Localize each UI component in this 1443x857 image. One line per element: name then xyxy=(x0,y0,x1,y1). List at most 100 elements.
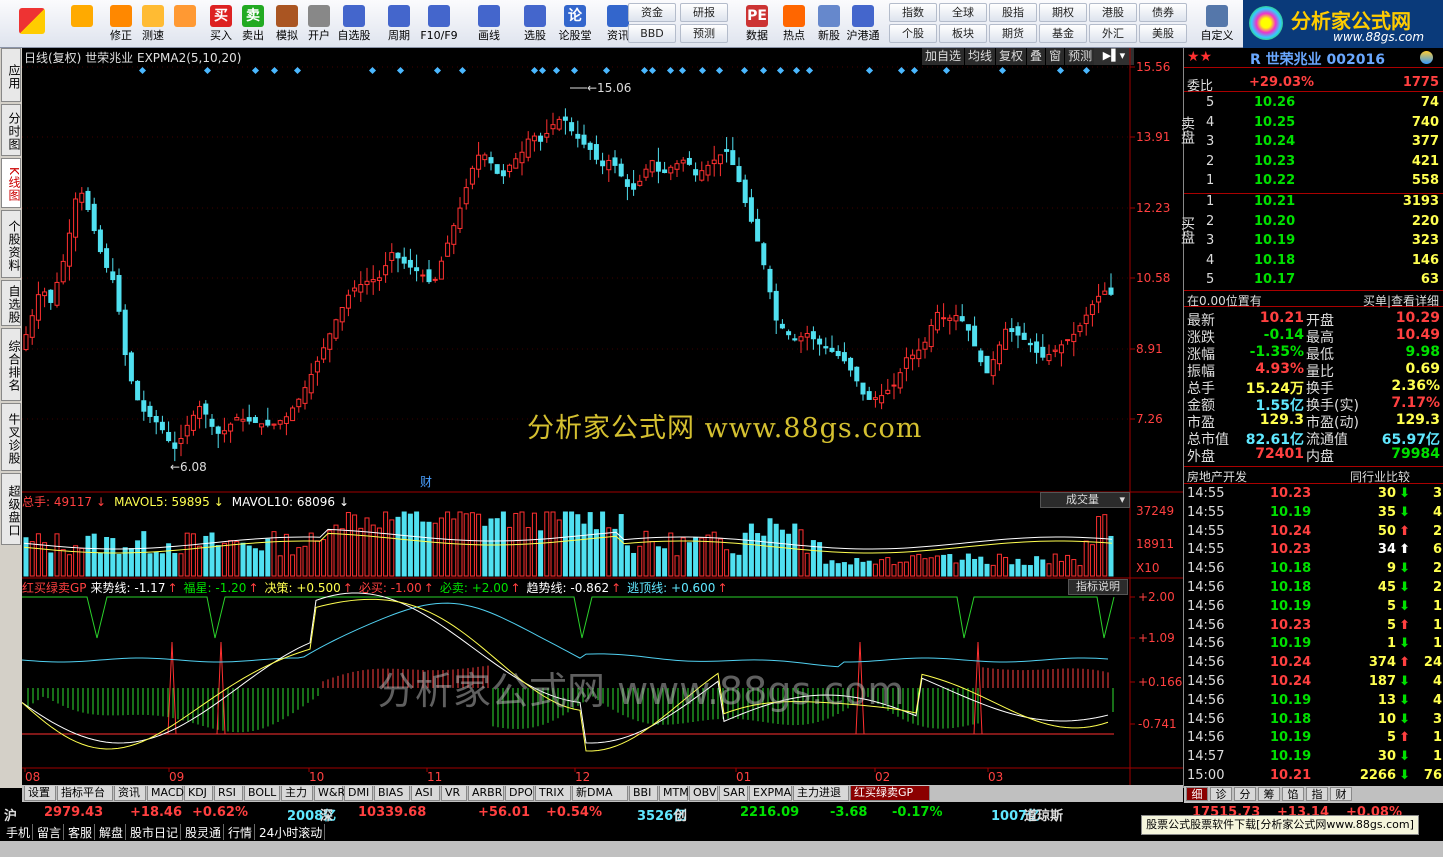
index-cy-val: 2216.09 xyxy=(740,805,800,820)
tick-row: 14:56 10.24 187 ⬇ 4 xyxy=(1184,674,1443,691)
volume-dropdown[interactable]: 成交量 ▾ xyxy=(1040,492,1130,508)
candle-body xyxy=(66,232,72,267)
sector-label[interactable]: 房地产开发 xyxy=(1187,468,1247,485)
status-item[interactable]: 24小时滚动 xyxy=(257,824,326,840)
toolbar-small-button[interactable]: 美股 xyxy=(1139,24,1187,43)
toolbar-button-9[interactable]: 自选股 xyxy=(333,2,375,46)
indicator-tab[interactable]: VR xyxy=(441,786,467,801)
indicator-tab[interactable]: RSI xyxy=(214,786,243,801)
toolbar-small-button[interactable]: 研报 xyxy=(680,3,728,22)
toolbar-button-20[interactable]: 自定义 xyxy=(1196,2,1238,46)
vtab-5[interactable]: 综合排名 xyxy=(1,328,21,401)
indicator-tab[interactable]: BBI xyxy=(629,786,658,801)
toolbar-button-16[interactable]: PE 数据 xyxy=(736,2,778,46)
buy-level[interactable]: 2 10.20 220 xyxy=(1184,214,1443,231)
indicator-tab[interactable]: MACD xyxy=(147,786,184,801)
candle-body xyxy=(172,442,178,449)
vtab-6[interactable]: 牛叉诊股 xyxy=(1,403,21,471)
status-item[interactable]: 股市日记 xyxy=(128,824,182,840)
toolbar-small-button[interactable]: 债券 xyxy=(1139,3,1187,22)
sell-level[interactable]: 2 10.23 421 xyxy=(1184,154,1443,171)
indicator-tab[interactable]: DMI xyxy=(344,786,373,801)
panel-tab[interactable]: 诊 xyxy=(1210,787,1232,801)
panel-tab[interactable]: 筹 xyxy=(1258,787,1280,801)
buy-single-link[interactable]: 买单|查看详细 xyxy=(1363,292,1439,309)
vtab-1[interactable]: 分时图 xyxy=(1,104,21,156)
indicator-tab[interactable]: 指标平台 xyxy=(57,786,113,801)
toolbar-button-10[interactable]: 周期 xyxy=(378,2,420,46)
status-item[interactable]: 客服 xyxy=(66,824,96,840)
vtab-2[interactable]: K线图 xyxy=(1,158,21,208)
vtab-0[interactable]: 应用 xyxy=(1,48,21,102)
sell-level[interactable]: 3 10.24 377 xyxy=(1184,134,1443,151)
status-item[interactable]: 留言 xyxy=(35,824,65,840)
indicator-tab[interactable]: KDJ xyxy=(184,786,213,801)
indicator-tab[interactable]: 红买绿卖GP xyxy=(850,786,930,801)
status-item[interactable]: 股灵通 xyxy=(183,824,225,840)
toolbar-small-button[interactable]: 指数 xyxy=(889,3,937,22)
toolbar-small-button[interactable]: 港股 xyxy=(1089,3,1137,22)
candle-body xyxy=(810,331,816,340)
toolbar-button-14[interactable]: 论论股堂 xyxy=(554,2,596,46)
indicator-tab[interactable]: EXPMA xyxy=(749,786,792,801)
candle-body xyxy=(190,414,196,431)
status-item[interactable]: 解盘 xyxy=(97,824,127,840)
panel-tab[interactable]: 分 xyxy=(1234,787,1256,801)
indicator-tab[interactable]: ARBR xyxy=(468,786,504,801)
compare-link[interactable]: 同行业比较 xyxy=(1350,468,1410,485)
arrow-up-icon: ↑ xyxy=(342,581,353,595)
toolbar-button-1[interactable] xyxy=(62,2,102,46)
toolbar-small-button[interactable]: 股指 xyxy=(989,3,1037,22)
indicator-tab[interactable]: 主力进退 xyxy=(793,786,849,801)
status-item[interactable]: 手机 xyxy=(4,824,34,840)
indicator-tab[interactable]: 新DMA xyxy=(572,786,628,801)
toolbar-button-11[interactable]: F10/F9 xyxy=(418,2,460,46)
indicator-tab[interactable]: 资讯 xyxy=(114,786,146,801)
indicator-tab[interactable]: BOLL xyxy=(244,786,280,801)
sell-level[interactable]: 5 10.26 74 xyxy=(1184,95,1443,112)
toolbar-small-button[interactable]: 基金 xyxy=(1039,24,1087,43)
toolbar-small-button[interactable]: 全球 xyxy=(939,3,987,22)
toolbar-small-button[interactable]: 外汇 xyxy=(1089,24,1137,43)
indicator-tab[interactable]: W&R xyxy=(314,786,345,801)
status-item[interactable]: 行情 xyxy=(226,824,256,840)
indicator-tab[interactable]: TRIX xyxy=(535,786,571,801)
panel-tab[interactable]: 细 xyxy=(1186,787,1208,801)
indicator-tab[interactable]: ASI xyxy=(411,786,440,801)
toolbar-small-button[interactable]: 个股 xyxy=(889,24,937,43)
indicator-tab[interactable]: DPO xyxy=(505,786,534,801)
indicator-tab[interactable]: 主力 xyxy=(281,786,313,801)
indicator-tab[interactable]: BIAS xyxy=(374,786,410,801)
toolbar-button-19[interactable]: 沪港通 xyxy=(842,2,884,46)
promo-box[interactable]: 股票公式股票软件下载[分析家公式网www.88gs.com] xyxy=(1141,815,1419,835)
toolbar-button-13[interactable]: 选股 xyxy=(514,2,556,46)
chart-area[interactable]: 日线(复权) 世荣兆业 EXPMA2(5,10,20) 加自选 均线 复权叠窗预测 … xyxy=(22,48,1183,788)
toolbar-small-button[interactable]: BBD xyxy=(628,24,676,43)
toolbar-small-button[interactable]: 资金 xyxy=(628,3,676,22)
indicator-tab[interactable]: MTM xyxy=(659,786,689,801)
vtab-3[interactable]: 个股资料 xyxy=(1,210,21,278)
signal-diamond xyxy=(910,66,919,75)
vtab-4[interactable]: 自选股 xyxy=(1,280,21,326)
buy-level[interactable]: 4 10.18 146 xyxy=(1184,253,1443,270)
toolbar-small-button[interactable]: 预测 xyxy=(680,24,728,43)
brand-logo: 分析家公式网 www.88gs.com xyxy=(1243,0,1443,48)
buy-level[interactable]: 3 10.19 323 xyxy=(1184,233,1443,250)
toolbar-small-button[interactable]: 期货 xyxy=(989,24,1037,43)
buy-level[interactable]: 1 10.21 3193 xyxy=(1184,194,1443,211)
indicator-tab[interactable]: 设置 xyxy=(24,786,56,801)
toolbar-small-button[interactable]: 期权 xyxy=(1039,3,1087,22)
panel-tab[interactable]: 指 xyxy=(1306,787,1328,801)
buy-level[interactable]: 5 10.17 63 xyxy=(1184,272,1443,289)
sell-level[interactable]: 4 10.25 740 xyxy=(1184,115,1443,132)
sell-level[interactable]: 1 10.22 558 xyxy=(1184,173,1443,190)
panel-tab[interactable]: 馅 xyxy=(1282,787,1304,801)
indicator-help-button[interactable]: 指标说明 xyxy=(1068,579,1128,595)
indicator-tab[interactable]: OBV xyxy=(689,786,718,801)
toolbar-button-12[interactable]: 画线 xyxy=(468,2,510,46)
toolbar-button-0[interactable] xyxy=(4,2,60,46)
indicator-tab[interactable]: SAR xyxy=(719,786,748,801)
toolbar-small-button[interactable]: 板块 xyxy=(939,24,987,43)
panel-tab[interactable]: 财 xyxy=(1330,787,1352,801)
vtab-7[interactable]: 超级盘口 xyxy=(1,473,21,545)
